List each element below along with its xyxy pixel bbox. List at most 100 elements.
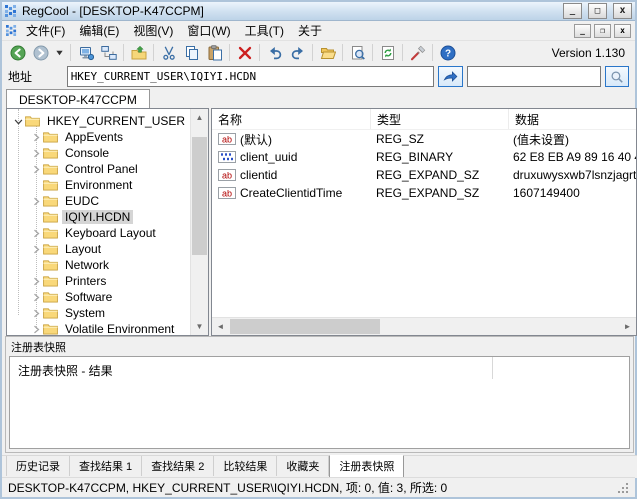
menu-item-0[interactable]: 文件(F) bbox=[19, 20, 72, 41]
tree-item-iqiyi-hcdn[interactable]: IQIYI.HCDN bbox=[7, 209, 191, 225]
scroll-thumb[interactable] bbox=[192, 137, 207, 255]
expander-collapsed-icon[interactable] bbox=[31, 164, 41, 174]
menu-item-2[interactable]: 视图(V) bbox=[126, 20, 180, 41]
scroll-right-arrow-icon[interactable]: ► bbox=[619, 318, 636, 335]
tree-item-hkey-current-user[interactable]: HKEY_CURRENT_USER bbox=[7, 113, 191, 129]
options-button[interactable] bbox=[406, 41, 429, 64]
tree-item-network[interactable]: Network bbox=[7, 257, 191, 273]
column-header-2[interactable]: 数据 bbox=[509, 109, 636, 129]
expander-collapsed-icon[interactable] bbox=[31, 148, 41, 158]
tree-item-volatile-environment[interactable]: Volatile Environment bbox=[7, 321, 191, 335]
connect-computer-button[interactable] bbox=[74, 41, 97, 64]
value-row-3[interactable]: abCreateClientidTimeREG_EXPAND_SZ1607149… bbox=[212, 184, 636, 202]
cut-button[interactable] bbox=[157, 41, 180, 64]
quick-search-input[interactable] bbox=[467, 66, 601, 87]
minimize-button[interactable]: _ bbox=[563, 3, 582, 19]
go-button[interactable] bbox=[438, 66, 462, 87]
column-header-1[interactable]: 类型 bbox=[371, 109, 509, 129]
delete-icon bbox=[237, 45, 253, 61]
binary-value-icon bbox=[218, 151, 236, 163]
undo-button[interactable] bbox=[263, 41, 286, 64]
folder-icon bbox=[43, 259, 58, 271]
search-button[interactable] bbox=[346, 41, 369, 64]
expander-collapsed-icon bbox=[32, 165, 41, 174]
tree-vertical-scrollbar[interactable]: ▲ ▼ bbox=[190, 109, 208, 335]
expander-collapsed-icon[interactable] bbox=[31, 228, 41, 238]
app-logo-icon bbox=[5, 5, 17, 17]
forward-button[interactable] bbox=[29, 41, 52, 64]
resize-grip[interactable] bbox=[617, 482, 629, 494]
value-data: druxuwysxwb7lsnzjagrted bbox=[507, 168, 636, 182]
scroll-left-arrow-icon[interactable]: ◄ bbox=[212, 318, 229, 335]
value-name: client_uuid bbox=[240, 150, 297, 164]
expander-collapsed-icon bbox=[32, 197, 41, 206]
delete-button[interactable] bbox=[233, 41, 256, 64]
string-value-icon: ab bbox=[218, 187, 236, 199]
expander-expanded-icon[interactable] bbox=[13, 116, 23, 126]
expander-collapsed-icon[interactable] bbox=[31, 132, 41, 142]
expander-collapsed-icon bbox=[32, 245, 41, 254]
refresh-button[interactable] bbox=[376, 41, 399, 64]
value-row-0[interactable]: ab(默认)REG_SZ(值未设置) bbox=[212, 130, 636, 148]
menu-item-3[interactable]: 窗口(W) bbox=[180, 20, 237, 41]
child-close-button[interactable]: x bbox=[614, 24, 631, 38]
redo-button[interactable] bbox=[286, 41, 309, 64]
value-row-2[interactable]: abclientidREG_EXPAND_SZdruxuwysxwb7lsnzj… bbox=[212, 166, 636, 184]
expander-collapsed-icon bbox=[32, 309, 41, 318]
tree-item-printers[interactable]: Printers bbox=[7, 273, 191, 289]
tree-item-system[interactable]: System bbox=[7, 305, 191, 321]
child-minimize-button[interactable]: _ bbox=[574, 24, 591, 38]
refresh-icon bbox=[380, 45, 396, 61]
menu-item-5[interactable]: 关于 bbox=[291, 20, 329, 41]
scroll-down-arrow-icon[interactable]: ▼ bbox=[191, 318, 208, 335]
back-button[interactable] bbox=[6, 41, 29, 64]
expander-collapsed-icon[interactable] bbox=[31, 276, 41, 286]
bottom-tab-4[interactable]: 收藏夹 bbox=[277, 456, 329, 476]
tree-item-keyboard-layout[interactable]: Keyboard Layout bbox=[7, 225, 191, 241]
history-dropdown-button[interactable] bbox=[52, 41, 67, 64]
toolbar-separator bbox=[259, 44, 260, 61]
title-bar[interactable]: RegCool - [DESKTOP-K47CCPM] _ □ x bbox=[2, 2, 635, 21]
bottom-tab-0[interactable]: 历史记录 bbox=[6, 456, 70, 476]
expander-collapsed-icon[interactable] bbox=[31, 244, 41, 254]
connection-tab[interactable]: DESKTOP-K47CCPM bbox=[6, 89, 150, 110]
scroll-up-arrow-icon[interactable]: ▲ bbox=[191, 109, 208, 126]
favorites-folder-button[interactable] bbox=[316, 41, 339, 64]
tree-item-eudc[interactable]: EUDC bbox=[7, 193, 191, 209]
tree-item-layout[interactable]: Layout bbox=[7, 241, 191, 257]
tree-item-environment[interactable]: Environment bbox=[7, 177, 191, 193]
tree-item-control-panel[interactable]: Control Panel bbox=[7, 161, 191, 177]
help-button[interactable]: ? bbox=[436, 41, 459, 64]
column-header-0[interactable]: 名称 bbox=[212, 109, 371, 129]
expander-collapsed-icon[interactable] bbox=[31, 292, 41, 302]
expander-collapsed-icon[interactable] bbox=[31, 196, 41, 206]
bottom-tab-3[interactable]: 比较结果 bbox=[214, 456, 277, 476]
version-label: Version 1.130 bbox=[552, 46, 631, 60]
tree-item-label: System bbox=[62, 306, 108, 320]
maximize-button[interactable]: □ bbox=[588, 3, 607, 19]
value-row-1[interactable]: client_uuidREG_BINARY62 E8 EB A9 89 16 4… bbox=[212, 148, 636, 166]
address-input[interactable] bbox=[67, 66, 434, 87]
tree-item-software[interactable]: Software bbox=[7, 289, 191, 305]
favorites-folder-icon bbox=[320, 45, 336, 61]
scroll-thumb[interactable] bbox=[230, 319, 380, 334]
toolbar-separator bbox=[312, 44, 313, 61]
expander-collapsed-icon[interactable] bbox=[31, 308, 41, 318]
menu-item-4[interactable]: 工具(T) bbox=[238, 20, 291, 41]
bottom-tab-2[interactable]: 查找结果 2 bbox=[142, 456, 214, 476]
menu-item-1[interactable]: 编辑(E) bbox=[72, 20, 126, 41]
close-button[interactable]: x bbox=[613, 3, 632, 19]
search-button[interactable] bbox=[605, 66, 629, 87]
expander-collapsed-icon[interactable] bbox=[31, 324, 41, 334]
tree-item-appevents[interactable]: AppEvents bbox=[7, 129, 191, 145]
jump-to-key-button[interactable] bbox=[127, 41, 150, 64]
child-restore-button[interactable]: ❐ bbox=[594, 24, 611, 38]
expander-placeholder bbox=[31, 212, 41, 222]
bottom-tab-5[interactable]: 注册表快照 bbox=[329, 455, 404, 478]
paste-button[interactable] bbox=[203, 41, 226, 64]
list-horizontal-scrollbar[interactable]: ◄ ► bbox=[212, 317, 636, 335]
copy-button[interactable] bbox=[180, 41, 203, 64]
tree-item-console[interactable]: Console bbox=[7, 145, 191, 161]
network-computers-button[interactable] bbox=[97, 41, 120, 64]
bottom-tab-1[interactable]: 查找结果 1 bbox=[70, 456, 142, 476]
